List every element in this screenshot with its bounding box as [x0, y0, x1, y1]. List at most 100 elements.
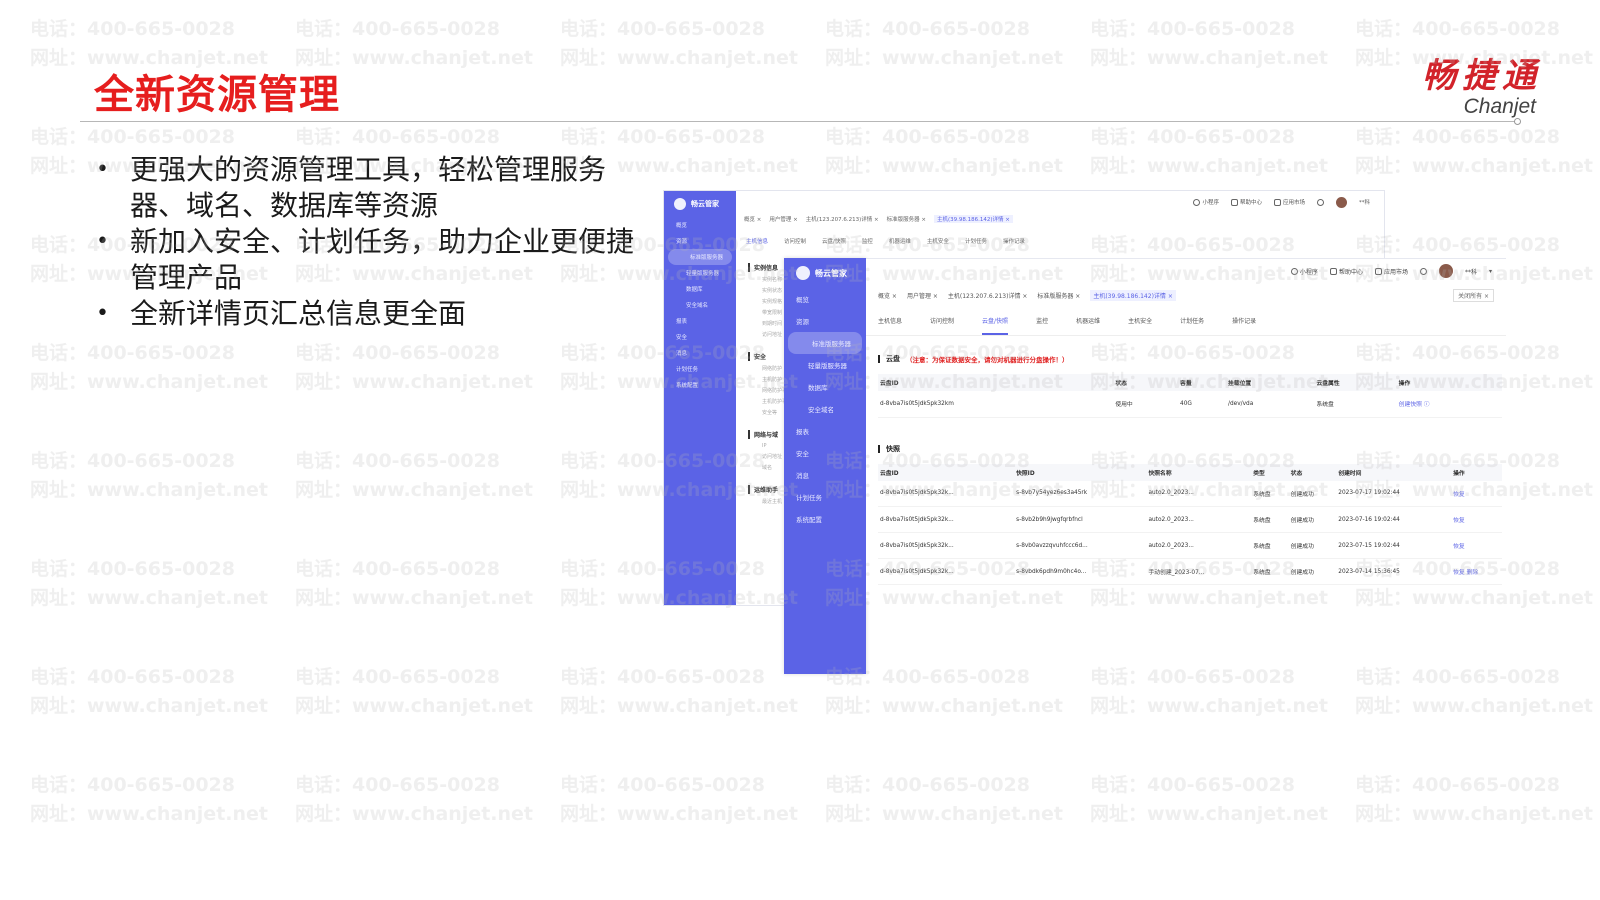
feature-text: 新加入安全、计划任务，助力企业更便捷管理产品	[130, 225, 635, 294]
table-header: 云盘ID 状态 容量 挂载位置 云盘属性 操作	[878, 374, 1502, 391]
table-cell: /dev/vda	[1226, 391, 1315, 418]
user-name[interactable]: **科	[1465, 267, 1477, 276]
header-divider	[80, 121, 1520, 122]
sidebar-menu: 概览 资源 标准版服务器 轻量版服务器 数据库 安全域名 报表 安全 消息 计划任务 系统配置	[784, 288, 866, 530]
bell-icon[interactable]	[1419, 267, 1427, 275]
watermark-text: 电话：400-665-0028 网址：www.chanjet.net	[1090, 771, 1340, 829]
topbar-market[interactable]: 应用市场	[1374, 267, 1408, 276]
sidebar-item[interactable]: 计划任务	[784, 486, 866, 508]
subtab[interactable]: 主机信息	[746, 237, 768, 245]
table-cell: 2023-07-16 19:02:44	[1336, 506, 1452, 533]
subtab[interactable]: 主机安全	[927, 237, 949, 245]
avatar[interactable]	[1438, 264, 1453, 278]
topbar-market[interactable]: 应用市场	[1273, 198, 1305, 206]
user-name[interactable]: **科	[1359, 198, 1370, 206]
subtab[interactable]: 主机信息	[878, 316, 902, 335]
tab[interactable]: 用户管理 ×	[769, 215, 797, 223]
table-cell: 系统盘	[1314, 391, 1397, 418]
sidebar-item[interactable]: 轻量版服务器	[664, 265, 736, 281]
row-actions: 恢复	[1451, 480, 1502, 507]
watermark-phone: 电话：400-665-0028	[1090, 126, 1295, 148]
tab[interactable]: 主机(123.207.6.213)详情 ×	[948, 291, 1028, 300]
create-snapshot-link[interactable]: 创建快照 ⓘ	[1396, 391, 1502, 418]
sidebar-item[interactable]: 资源	[784, 310, 866, 332]
tab[interactable]: 主机(123.207.6.213)详情 ×	[806, 215, 879, 223]
subtab[interactable]: 监控	[862, 237, 873, 245]
chevron-down-icon[interactable]: ▾	[1489, 268, 1492, 275]
sidebar-item[interactable]: 安全域名	[664, 297, 736, 313]
sidebar-item[interactable]: 标准版服务器	[668, 249, 732, 265]
sidebar-item[interactable]: 系统配置	[784, 508, 866, 530]
table-cell: auto2.0_2023...	[1146, 506, 1252, 533]
sidebar-item[interactable]: 概览	[784, 288, 866, 310]
subtab[interactable]: 机器运维	[1076, 316, 1100, 335]
restore-link[interactable]: 恢复	[1453, 570, 1465, 576]
subtab[interactable]: 机器运维	[889, 237, 911, 245]
sidebar-item[interactable]: 数据库	[664, 281, 736, 297]
watermark-text: 电话：400-665-0028 网址：www.chanjet.net	[30, 447, 280, 505]
sidebar-item[interactable]: 安全域名	[784, 398, 866, 420]
sidebar-item[interactable]: 数据库	[784, 376, 866, 398]
topbar-help[interactable]: 帮助中心	[1329, 267, 1363, 276]
sidebar-item[interactable]: 报表	[784, 420, 866, 442]
subtab[interactable]: 云盘/快照	[822, 237, 846, 245]
sidebar-item[interactable]: 安全	[664, 329, 736, 345]
table-cell: 手动创建_2023-07...	[1146, 558, 1252, 585]
sidebar-item[interactable]: 安全	[784, 442, 866, 464]
subtab[interactable]: 云盘/快照	[982, 316, 1009, 335]
sidebar-item[interactable]: 消息	[784, 464, 866, 486]
subtab[interactable]: 操作记录	[1003, 237, 1025, 245]
delete-link[interactable]: 删除	[1467, 570, 1479, 576]
restore-link[interactable]: 恢复	[1453, 544, 1465, 550]
topbar-mini-program[interactable]: 小程序	[1290, 267, 1318, 276]
close-all-button[interactable]: 关闭所有 ×	[1453, 289, 1494, 302]
tab[interactable]: 主机(39.98.186.142)详情 ×	[933, 215, 1013, 223]
panel-title-text: 快照	[886, 444, 900, 453]
topbar-mini-program[interactable]: 小程序	[1193, 198, 1219, 206]
feature-list: • 更强大的资源管理工具，轻松管理服务器、域名、数据库等资源 • 新加入安全、计划任…	[94, 152, 654, 332]
restore-link[interactable]: 恢复	[1453, 518, 1465, 524]
brand-cn: 畅捷通	[1422, 56, 1542, 96]
tab[interactable]: 标准版服务器 ×	[887, 215, 926, 223]
table-body: d-8vba7is0t5jdk5pk32k... s-8vb7y54yez6es3…	[878, 480, 1502, 585]
column-header: 操作	[1396, 374, 1502, 391]
subtab[interactable]: 计划任务	[965, 237, 987, 245]
watermark-phone: 电话：400-665-0028	[295, 342, 500, 364]
feature-text: 全新详情页汇总信息更全面	[130, 297, 467, 330]
subtab[interactable]: 主机安全	[1128, 316, 1152, 335]
sidebar-item[interactable]: 计划任务	[664, 361, 736, 377]
cloud-icon	[796, 266, 810, 280]
app-logo: 畅云管家	[784, 258, 866, 288]
avatar[interactable]	[1335, 196, 1347, 208]
tab[interactable]: 标准版服务器 ×	[1037, 291, 1080, 300]
subtab[interactable]: 访问控制	[784, 237, 806, 245]
sidebar-item[interactable]: 标准版服务器	[788, 332, 862, 354]
sidebar-item[interactable]: 概览	[664, 217, 736, 233]
subtab[interactable]: 计划任务	[1180, 316, 1204, 335]
tab[interactable]: 主机(39.98.186.142)详情 ×	[1090, 290, 1176, 301]
sidebar-item[interactable]: 报表	[664, 313, 736, 329]
sidebar-item[interactable]: 资源	[664, 233, 736, 249]
tab[interactable]: 概览 ×	[878, 291, 897, 300]
slide-title: 全新资源管理	[94, 72, 340, 118]
subtab[interactable]: 操作记录	[1232, 316, 1256, 335]
watermark-text: 电话：400-665-0028 网址：www.chanjet.net	[295, 447, 545, 505]
sidebar-item[interactable]: 系统配置	[664, 377, 736, 393]
table-cell: s-8vbdk6pdh9m0hc4o...	[1014, 558, 1147, 585]
snapshot-panel: 快照 云盘ID 快照ID 快照名称 类型 状态 创建时间 操作 d-8vba7is0t5jd…	[878, 438, 1502, 585]
sidebar-item[interactable]: 轻量版服务器	[784, 354, 866, 376]
watermark-phone: 电话：400-665-0028	[560, 126, 765, 148]
feature-item: • 更强大的资源管理工具，轻松管理服务器、域名、数据库等资源	[94, 152, 654, 224]
subtab[interactable]: 监控	[1036, 316, 1048, 335]
tab[interactable]: 用户管理 ×	[907, 291, 938, 300]
tab[interactable]: 概览 ×	[744, 215, 761, 223]
table-cell: 系统盘	[1251, 558, 1289, 585]
bell-icon[interactable]	[1316, 198, 1324, 206]
restore-link[interactable]: 恢复	[1453, 492, 1465, 498]
cloud-icon	[674, 198, 686, 210]
subtab[interactable]: 访问控制	[930, 316, 954, 335]
sidebar-item[interactable]: 消息	[664, 345, 736, 361]
table-cell: 创建成功	[1288, 558, 1337, 585]
watermark-site: 网址：www.chanjet.net	[1355, 155, 1593, 177]
topbar-help[interactable]: 帮助中心	[1230, 198, 1262, 206]
